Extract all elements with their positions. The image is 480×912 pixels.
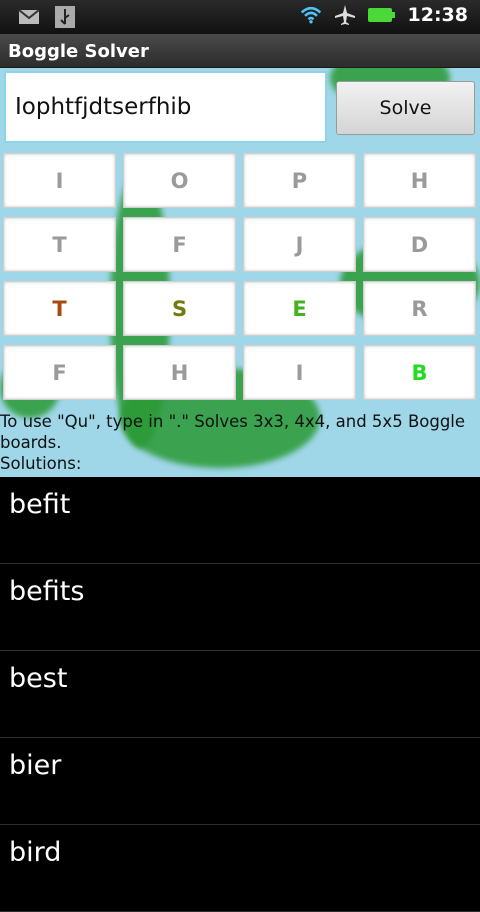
- board-cell[interactable]: P: [243, 153, 356, 208]
- app-title: Boggle Solver: [0, 34, 480, 68]
- status-bar: 12:38: [0, 0, 480, 34]
- instructions-text: To use "Qu", type in "." Solves 3x3, 4x4…: [0, 412, 466, 452]
- battery-icon: [367, 4, 396, 26]
- boggle-board: IOPHTFJDTSERFHIB: [3, 153, 477, 400]
- board-cell[interactable]: T: [3, 217, 116, 272]
- board-cell[interactable]: D: [363, 217, 476, 272]
- board-cell[interactable]: F: [123, 217, 236, 272]
- board-cell[interactable]: I: [243, 345, 356, 400]
- main-content: Solve IOPHTFJDTSERFHIB To use "Qu", type…: [0, 68, 480, 477]
- board-cell[interactable]: B: [363, 345, 476, 400]
- solution-item[interactable]: bier: [0, 738, 480, 825]
- board-cell[interactable]: F: [3, 345, 116, 400]
- solution-item[interactable]: befits: [0, 564, 480, 651]
- board-cell[interactable]: J: [243, 217, 356, 272]
- board-cell[interactable]: I: [3, 153, 116, 208]
- wifi-icon: [300, 4, 322, 26]
- clock: 12:38: [407, 4, 468, 26]
- board-cell[interactable]: O: [123, 153, 236, 208]
- solution-item[interactable]: best: [0, 651, 480, 738]
- solve-button[interactable]: Solve: [336, 81, 475, 135]
- letters-input[interactable]: [6, 73, 325, 141]
- board-cell[interactable]: T: [3, 281, 116, 336]
- gmail-icon: [18, 6, 40, 28]
- board-cell[interactable]: H: [123, 345, 236, 400]
- board-cell[interactable]: E: [243, 281, 356, 336]
- board-cell[interactable]: R: [363, 281, 476, 336]
- solutions-list[interactable]: befit befits best bier bird: [0, 477, 480, 912]
- solution-item[interactable]: befit: [0, 477, 480, 564]
- board-cell[interactable]: H: [363, 153, 476, 208]
- info-text: To use "Qu", type in "." Solves 3x3, 4x4…: [0, 411, 480, 474]
- board-cell[interactable]: S: [123, 281, 236, 336]
- letters-input-box: [4, 71, 327, 143]
- usb-icon: [54, 6, 76, 28]
- solutions-label: Solutions:: [0, 454, 82, 473]
- solution-item[interactable]: bird: [0, 825, 480, 912]
- airplane-icon: [334, 4, 356, 26]
